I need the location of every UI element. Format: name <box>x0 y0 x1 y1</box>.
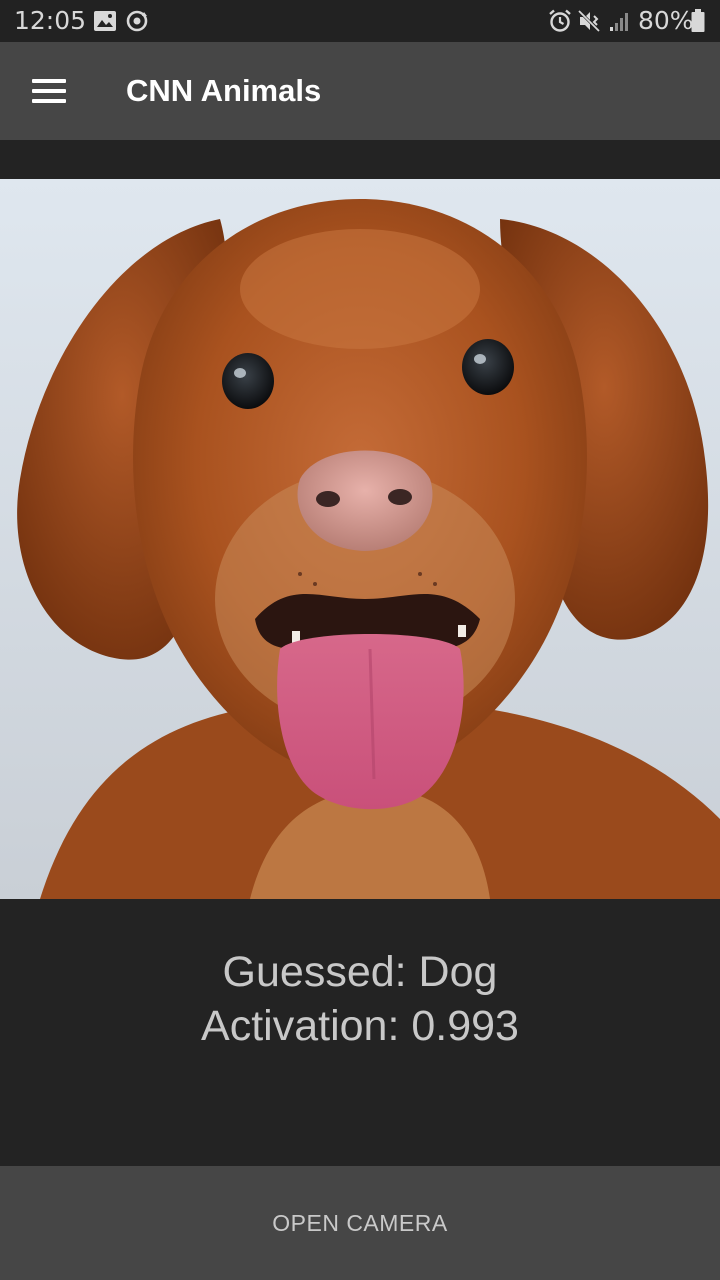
dog-photo <box>0 179 720 899</box>
app-screen: 12:05 80% CNN Animals Guessed: Dog Activ… <box>0 0 720 1280</box>
image-icon <box>94 11 116 31</box>
activation-label: Activation: 0.993 <box>201 1002 519 1050</box>
guessed-label: Guessed: Dog <box>222 948 498 996</box>
mute-vibrate-icon <box>577 9 601 33</box>
battery-icon <box>691 9 705 32</box>
battery-percent: 80% <box>638 6 694 35</box>
open-camera-button[interactable]: OPEN CAMERA <box>0 1166 720 1280</box>
alarm-icon <box>549 9 571 32</box>
hamburger-menu-icon-bar <box>32 89 66 93</box>
app-bar: CNN Animals <box>0 42 720 140</box>
open-camera-label: OPEN CAMERA <box>272 1210 448 1236</box>
dog-photo-image <box>0 179 720 899</box>
prediction-result: Guessed: Dog Activation: 0.993 <box>0 945 720 1053</box>
sync-icon <box>126 10 148 32</box>
hamburger-menu-button[interactable] <box>20 62 78 120</box>
status-time: 12:05 <box>14 6 87 35</box>
signal-icon <box>610 13 628 31</box>
app-title: CNN Animals <box>126 73 322 108</box>
hamburger-menu-icon <box>32 79 66 83</box>
status-bar: 12:05 80% <box>0 0 720 42</box>
hamburger-menu-icon-bar <box>32 99 66 103</box>
